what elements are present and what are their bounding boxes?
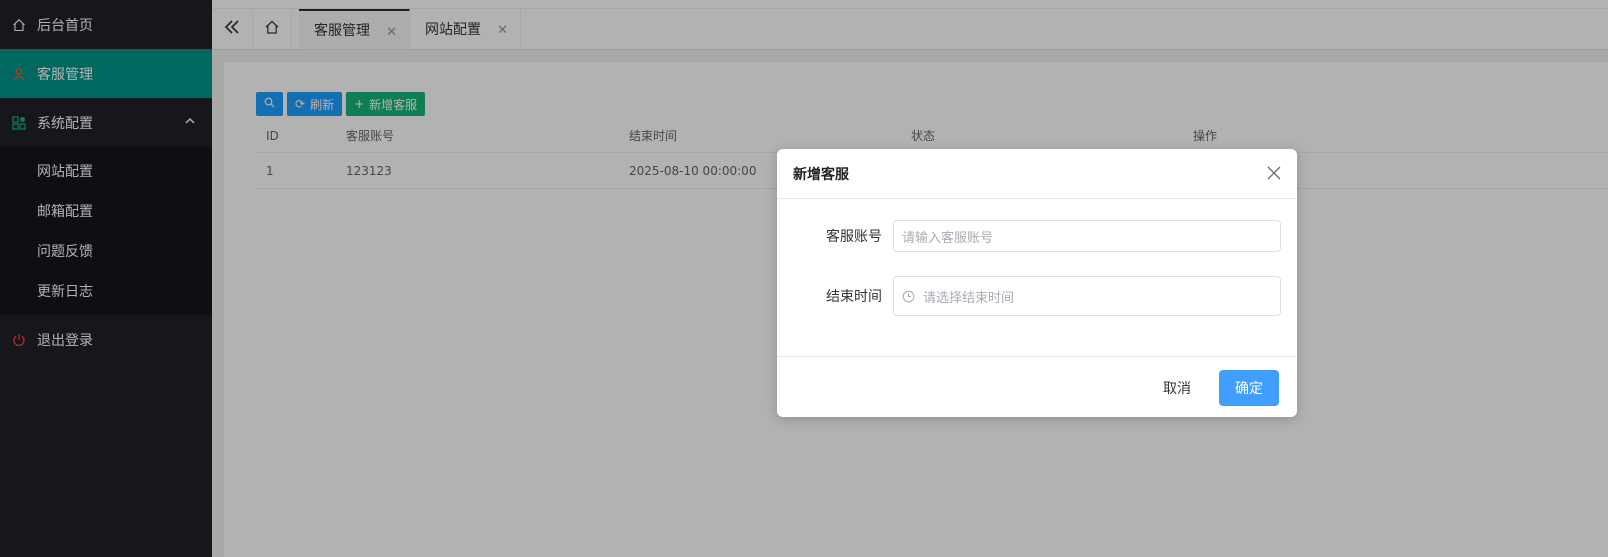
end-time-picker[interactable]: 请选择结束时间 — [893, 276, 1281, 316]
clock-icon — [902, 290, 915, 303]
cancel-button[interactable]: 取消 — [1153, 370, 1201, 406]
account-label: 客服账号 — [826, 229, 882, 245]
confirm-button[interactable]: 确定 — [1219, 370, 1279, 406]
account-input[interactable]: 请输入客服账号 — [893, 220, 1281, 252]
close-icon[interactable] — [1265, 164, 1283, 182]
dialog-title: 新增客服 — [793, 166, 849, 183]
dialog-header: 新增客服 — [777, 149, 1297, 199]
account-row: 客服账号 请输入客服账号 — [777, 220, 1297, 252]
add-customer-service-dialog: 新增客服 客服账号 请输入客服账号 结束时间 请选择结束时间 取消 确定 — [777, 149, 1297, 417]
dialog-footer: 取消 确定 — [777, 356, 1297, 417]
account-placeholder: 请输入客服账号 — [902, 230, 994, 246]
end-time-label: 结束时间 — [826, 289, 882, 305]
end-time-placeholder: 请选择结束时间 — [923, 290, 1015, 306]
end-time-row: 结束时间 请选择结束时间 — [777, 276, 1297, 316]
